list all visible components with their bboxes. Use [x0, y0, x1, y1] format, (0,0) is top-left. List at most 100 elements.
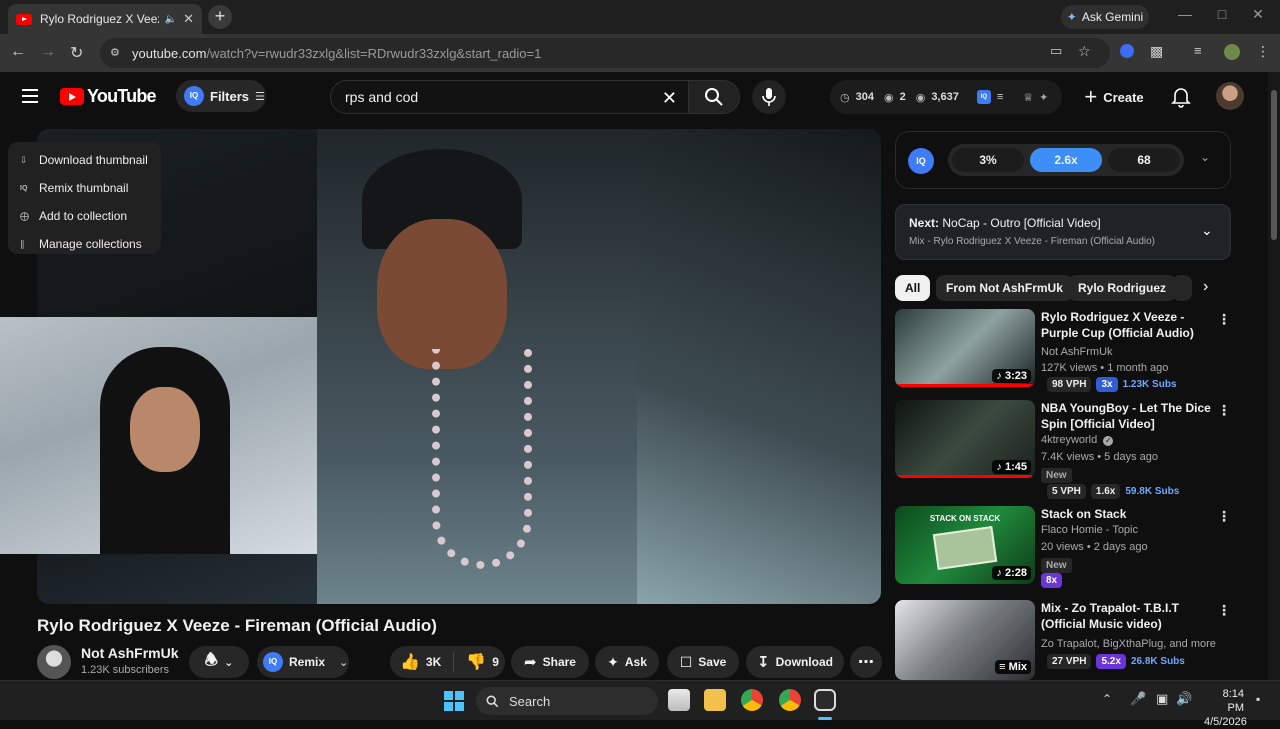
- chip-all[interactable]: All: [895, 275, 931, 301]
- ask-button[interactable]: ✦ Ask: [595, 646, 659, 678]
- browser-tab[interactable]: Rylo Rodriguez X Veeze - Fi 🔈 ✕: [8, 4, 202, 34]
- webcam-overlay: [0, 317, 317, 554]
- cast-icon[interactable]: ▭: [1050, 43, 1062, 59]
- notification-center-icon[interactable]: ▪: [1256, 692, 1260, 706]
- restore-icon[interactable]: □: [1207, 6, 1237, 22]
- recommendation-title[interactable]: Rylo Rodriguez X Veeze - Purple Cup (Off…: [1041, 309, 1211, 341]
- extension-iq-icon[interactable]: [1120, 44, 1134, 58]
- next-expand-chevron-icon[interactable]: ⌄: [1201, 222, 1213, 239]
- obs-icon[interactable]: [814, 689, 836, 711]
- recommendation-item[interactable]: ♪ 3:23 Rylo Rodriguez X Veeze - Purple C…: [895, 309, 1231, 395]
- menu-item-manage-collections[interactable]: ∥ Manage collections: [8, 230, 161, 258]
- chrome-icon[interactable]: [741, 689, 763, 711]
- list-icon[interactable]: ≡: [997, 91, 1003, 103]
- remix-chevron-icon[interactable]: ⌄: [339, 656, 348, 669]
- save-button[interactable]: ☐ Save: [667, 646, 739, 678]
- recommendation-thumbnail[interactable]: ♪ 1:45: [895, 400, 1035, 478]
- recommendation-thumbnail[interactable]: STACK ON STACK ♪ 2:28: [895, 506, 1035, 584]
- file-explorer-icon[interactable]: [704, 689, 726, 711]
- remix-button[interactable]: IQ Remix ⌄: [257, 646, 349, 678]
- media-queue-icon[interactable]: ≡: [1194, 43, 1202, 58]
- store-icon[interactable]: [668, 689, 690, 711]
- notifications-bell-icon[interactable]: [1171, 86, 1191, 108]
- recommendation-thumbnail[interactable]: ♪ 3:23: [895, 309, 1035, 387]
- more-vertical-icon[interactable]: ⋮: [1217, 402, 1231, 419]
- tray-chevron-icon[interactable]: ⌃: [1102, 692, 1112, 706]
- clear-search-icon[interactable]: ✕: [662, 88, 677, 109]
- iq-segment-percent[interactable]: 3%: [952, 148, 1024, 172]
- speaker-icon[interactable]: 🔈: [165, 14, 177, 25]
- tray-mic-icon[interactable]: 🎤: [1130, 691, 1146, 707]
- site-info-icon[interactable]: ⚙: [110, 46, 120, 59]
- hamburger-menu-icon[interactable]: [22, 89, 38, 103]
- taskbar-clock[interactable]: 8:14 PM 4/5/2026: [1204, 687, 1247, 729]
- search-input[interactable]: rps and cod ✕: [330, 80, 690, 114]
- user-avatar[interactable]: [1216, 82, 1244, 110]
- recommendation-channel[interactable]: Not AshFrmUk: [1041, 346, 1113, 358]
- mix-title: Mix - Rylo Rodriguez X Veeze - Fireman (…: [909, 236, 1156, 247]
- tab-close-icon[interactable]: ✕: [183, 11, 194, 27]
- recommendation-title[interactable]: Mix - Zo Trapalot- T.B.I.T (Official Mus…: [1041, 600, 1211, 632]
- new-tab-button[interactable]: +: [208, 5, 232, 29]
- like-button[interactable]: 👍 3K: [400, 652, 441, 672]
- download-button[interactable]: ↧ Download: [746, 646, 844, 678]
- recommendation-title[interactable]: Stack on Stack: [1041, 506, 1211, 522]
- url-field[interactable]: ⚙ youtube.com/watch?v=rwudr33zxlg&list=R…: [100, 38, 1110, 68]
- more-vertical-icon[interactable]: ⋮: [1217, 508, 1231, 525]
- chip-overflow[interactable]: [1172, 275, 1192, 301]
- chip-rylo-rodriguez[interactable]: Rylo Rodriguez: [1068, 275, 1177, 301]
- ask-gemini-button[interactable]: ✦ Ask Gemini: [1061, 5, 1149, 29]
- recommendation-title[interactable]: NBA YoungBoy - Let The Dice Spin [Offici…: [1041, 400, 1211, 432]
- recommendation-item[interactable]: ♪ 1:45 NBA YoungBoy - Let The Dice Spin …: [895, 400, 1231, 499]
- youtube-logo[interactable]: YouTube: [60, 86, 157, 107]
- iq-stats-bar[interactable]: ◷ 304 ◉ 2 ◉ 3,637 IQ ≡ ♕ ✦: [830, 80, 1062, 114]
- extensions-puzzle-icon[interactable]: ▩: [1150, 43, 1163, 60]
- multiplier-badge: 1.6x: [1090, 484, 1121, 499]
- reload-icon[interactable]: ↻: [70, 43, 83, 63]
- minimize-icon[interactable]: —: [1170, 6, 1200, 22]
- share-button[interactable]: ➦ Share: [511, 646, 589, 678]
- close-window-icon[interactable]: ✕: [1243, 6, 1273, 23]
- next-up-panel[interactable]: Next: NoCap - Outro [Official Video] Mix…: [895, 204, 1231, 260]
- subscribed-notifications-button[interactable]: 🕭 ⌄: [189, 646, 249, 678]
- chip-from-channel[interactable]: From Not AshFrmUk: [936, 275, 1073, 301]
- volume-icon[interactable]: 🔊: [1176, 691, 1192, 707]
- iq-segment-multiplier[interactable]: 2.6x: [1030, 148, 1102, 172]
- scrollbar-thumb[interactable]: [1271, 90, 1277, 240]
- back-icon[interactable]: ←: [10, 43, 26, 61]
- voice-search-button[interactable]: [752, 80, 786, 114]
- more-actions-button[interactable]: ⋯: [850, 646, 882, 678]
- search-button[interactable]: [688, 80, 740, 114]
- chips-next-chevron-icon[interactable]: ›: [1203, 278, 1208, 296]
- taskbar-search[interactable]: Search: [476, 687, 658, 715]
- more-vertical-icon[interactable]: ⋮: [1217, 602, 1231, 619]
- iq-panel-expand-icon[interactable]: ⌄: [1200, 150, 1210, 164]
- recommendation-thumbnail[interactable]: ≡ Mix: [895, 600, 1035, 680]
- more-vertical-icon[interactable]: ⋮: [1217, 311, 1231, 328]
- menu-item-remix-thumbnail[interactable]: IQ Remix thumbnail: [8, 174, 161, 202]
- recommendation-channel[interactable]: Zo Trapalot, BigXthaPlug, and more: [1041, 638, 1216, 650]
- sparkle-icon[interactable]: ✦: [1039, 91, 1048, 104]
- browser-menu-icon[interactable]: ⋮: [1256, 43, 1270, 60]
- menu-item-add-to-collection[interactable]: ⨁ Add to collection: [8, 202, 161, 230]
- trophy-icon[interactable]: ♕: [1023, 91, 1033, 104]
- create-button[interactable]: + Create: [1076, 80, 1152, 114]
- profile-icon[interactable]: [1224, 44, 1240, 60]
- chrome-profile-icon[interactable]: [779, 689, 801, 711]
- dislike-button[interactable]: 👎 9: [466, 652, 499, 672]
- recommendation-channel-row[interactable]: 4ktreyworld ✓: [1041, 434, 1114, 446]
- recommendation-channel[interactable]: Flaco Homie - Topic: [1041, 524, 1138, 536]
- menu-item-download-thumbnail[interactable]: ⇩ Download thumbnail: [8, 146, 161, 174]
- windows-start-icon[interactable]: [444, 691, 464, 711]
- iq-logo-icon[interactable]: IQ: [976, 90, 991, 104]
- page-scrollbar[interactable]: [1268, 72, 1280, 680]
- forward-icon[interactable]: →: [40, 43, 56, 61]
- channel-avatar[interactable]: [37, 645, 71, 679]
- channel-name[interactable]: Not AshFrmUk: [81, 645, 179, 661]
- recommendation-item[interactable]: STACK ON STACK ♪ 2:28 Stack on Stack Fla…: [895, 506, 1231, 592]
- filters-button[interactable]: IQ Filters ☰: [176, 80, 266, 112]
- iq-segment-score[interactable]: 68: [1108, 148, 1180, 172]
- network-icon[interactable]: ▣: [1156, 691, 1168, 707]
- bookmark-star-icon[interactable]: ☆: [1078, 43, 1091, 60]
- recommendation-item[interactable]: ≡ Mix Mix - Zo Trapalot- T.B.I.T (Offici…: [895, 600, 1231, 680]
